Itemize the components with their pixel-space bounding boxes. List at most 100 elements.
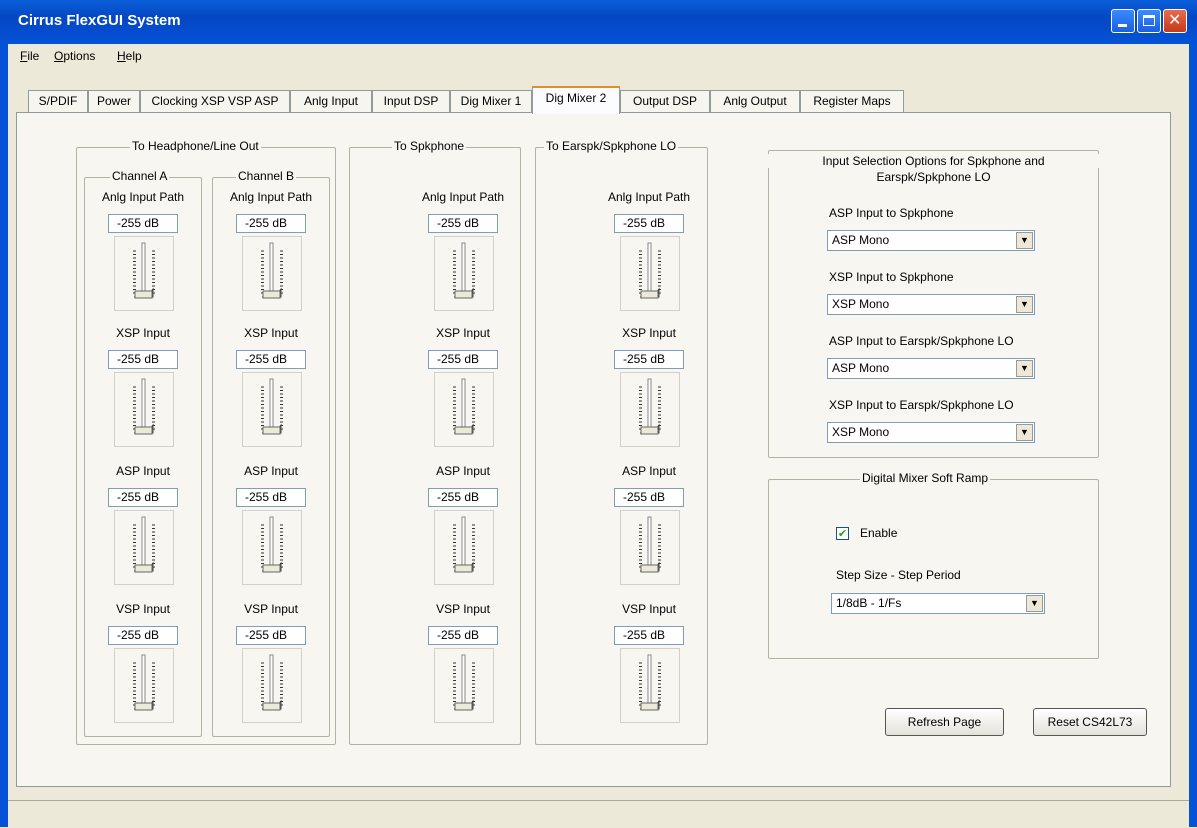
tab-register-maps[interactable]: Register Maps xyxy=(800,90,904,112)
chevron-down-icon[interactable]: ▼ xyxy=(1016,360,1033,377)
close-button[interactable]: ✕ xyxy=(1163,9,1187,33)
chevron-down-icon[interactable]: ▼ xyxy=(1016,232,1033,249)
channel-b-vsp-input-db-field[interactable]: -255 dB xyxy=(236,626,306,645)
channel-b-anlg-input-path-db-field[interactable]: -255 dB xyxy=(236,214,306,233)
earspk-xsp-input-label: XSP Input xyxy=(622,326,676,340)
channel-b-anlg-input-path-label: Anlg Input Path xyxy=(229,190,313,204)
tab-output-dsp[interactable]: Output DSP xyxy=(620,90,710,112)
refresh-page-button[interactable]: Refresh Page xyxy=(885,708,1004,736)
spkphone-anlg-input-path-slider[interactable] xyxy=(434,236,494,311)
chevron-down-icon[interactable]: ▼ xyxy=(1016,424,1033,441)
fader-thumb xyxy=(262,702,281,711)
spkphone-asp-input-slider[interactable] xyxy=(434,510,494,585)
earspk-anlg-input-path-db-field[interactable]: -255 dB xyxy=(614,214,684,233)
menu-options[interactable]: Options xyxy=(54,49,95,63)
fader-thumb xyxy=(454,426,473,435)
channel-b-xsp-input-db-field[interactable]: -255 dB xyxy=(236,350,306,369)
title-bar[interactable]: Cirrus FlexGUI System ✕ xyxy=(0,0,1197,44)
menu-help-label: elp xyxy=(125,49,142,63)
tab-dig-mixer-1[interactable]: Dig Mixer 1 xyxy=(450,90,532,112)
channel-b-vsp-input-label: VSP Input xyxy=(244,602,298,616)
spkphone-vsp-input-db-field[interactable]: -255 dB xyxy=(428,626,498,645)
fader-thumb xyxy=(262,564,281,573)
earspk-asp-input-db-field[interactable]: -255 dB xyxy=(614,488,684,507)
channel-a-asp-input-label: ASP Input xyxy=(116,464,170,478)
tab-anlg-input[interactable]: Anlg Input xyxy=(290,90,372,112)
spkphone-xsp-input-slider[interactable] xyxy=(434,372,494,447)
reset-button[interactable]: Reset CS42L73 xyxy=(1033,708,1147,736)
tab-input-dsp[interactable]: Input DSP xyxy=(372,90,450,112)
earspk-asp-input-slider[interactable] xyxy=(620,510,680,585)
fader-thumb xyxy=(640,702,659,711)
spkphone-asp-input-db-field[interactable]: -255 dB xyxy=(428,488,498,507)
input-selection-label-2: ASP Input to Earspk/Spkphone LO xyxy=(829,334,1014,348)
tab-power[interactable]: Power xyxy=(88,90,140,112)
channel-b-xsp-input-slider[interactable] xyxy=(242,372,302,447)
channel-b-vsp-input-slider[interactable] xyxy=(242,648,302,723)
menu-file-label: ile xyxy=(27,49,40,63)
channel-a-anlg-input-path-label: Anlg Input Path xyxy=(101,190,185,204)
fader-ticks xyxy=(133,516,155,573)
spkphone-vsp-input-slider[interactable] xyxy=(434,648,494,723)
chevron-down-icon[interactable]: ▼ xyxy=(1016,296,1033,313)
chevron-down-icon[interactable]: ▼ xyxy=(1026,595,1043,612)
input-selection-value-1: XSP Mono xyxy=(832,297,890,311)
minimize-button[interactable] xyxy=(1111,9,1135,33)
tab-anlg-output[interactable]: Anlg Output xyxy=(710,90,800,112)
menu-file[interactable]: File xyxy=(20,49,39,63)
channel-a-label: Channel A xyxy=(110,169,170,183)
channel-a-xsp-input-slider[interactable] xyxy=(114,372,174,447)
channel-b-anlg-input-path-slider[interactable] xyxy=(242,236,302,311)
input-selection-title-2: Earspk/Spkphone LO xyxy=(876,170,991,184)
spkphone-asp-input-label: ASP Input xyxy=(436,464,490,478)
channel-a-anlg-input-path-db-field[interactable]: -255 dB xyxy=(108,214,178,233)
channel-a-xsp-input-db-field[interactable]: -255 dB xyxy=(108,350,178,369)
channel-a-anlg-input-path-slider[interactable] xyxy=(114,236,174,311)
channel-a-asp-input-slider[interactable] xyxy=(114,510,174,585)
channel-b-asp-input-slider[interactable] xyxy=(242,510,302,585)
channel-a-asp-input-db-field[interactable]: -255 dB xyxy=(108,488,178,507)
fader-thumb xyxy=(640,564,659,573)
tab-clocking[interactable]: Clocking XSP VSP ASP xyxy=(140,90,290,112)
channel-a-vsp-input-slider[interactable] xyxy=(114,648,174,723)
enable-checkbox[interactable]: ✔ xyxy=(836,527,849,540)
spkphone-xsp-input-db-field[interactable]: -255 dB xyxy=(428,350,498,369)
input-selection-select-2[interactable]: ASP Mono ▼ xyxy=(827,358,1035,379)
spkphone-anlg-input-path-db-field[interactable]: -255 dB xyxy=(428,214,498,233)
fader-ticks xyxy=(133,654,155,711)
tab-spdif[interactable]: S/PDIF xyxy=(28,90,88,112)
step-size-label: Step Size - Step Period xyxy=(836,568,961,582)
channel-b-asp-input-label: ASP Input xyxy=(244,464,298,478)
earspk-xsp-input-slider[interactable] xyxy=(620,372,680,447)
fader-thumb xyxy=(640,426,659,435)
earspk-vsp-input-db-field[interactable]: -255 dB xyxy=(614,626,684,645)
maximize-icon xyxy=(1143,15,1155,26)
earspk-xsp-input-db-field[interactable]: -255 dB xyxy=(614,350,684,369)
enable-label: Enable xyxy=(860,526,898,540)
channel-a-vsp-input-label: VSP Input xyxy=(116,602,170,616)
spkphone-xsp-input-label: XSP Input xyxy=(436,326,490,340)
maximize-button[interactable] xyxy=(1137,9,1161,33)
menu-help[interactable]: Help xyxy=(117,49,142,63)
tab-dig-mixer-2[interactable]: Dig Mixer 2 xyxy=(532,86,620,114)
fader-thumb xyxy=(134,564,153,573)
fader-ticks xyxy=(261,516,283,573)
fader-ticks xyxy=(261,654,283,711)
menu-bar: File Options Help xyxy=(8,44,1189,68)
channel-b-asp-input-db-field[interactable]: -255 dB xyxy=(236,488,306,507)
fader-ticks xyxy=(453,378,475,435)
step-size-select[interactable]: 1/8dB - 1/Fs ▼ xyxy=(831,593,1045,614)
channel-a-vsp-input-db-field[interactable]: -255 dB xyxy=(108,626,178,645)
channel-b-xsp-input-label: XSP Input xyxy=(244,326,298,340)
soft-ramp-title: Digital Mixer Soft Ramp xyxy=(860,471,991,485)
input-selection-value-3: XSP Mono xyxy=(832,425,890,439)
fader-ticks xyxy=(453,516,475,573)
earspk-vsp-input-label: VSP Input xyxy=(622,602,676,616)
earspk-anlg-input-path-slider[interactable] xyxy=(620,236,680,311)
fader-ticks xyxy=(639,378,661,435)
input-selection-select-3[interactable]: XSP Mono ▼ xyxy=(827,422,1035,443)
input-selection-value-2: ASP Mono xyxy=(832,361,890,375)
earspk-vsp-input-slider[interactable] xyxy=(620,648,680,723)
input-selection-select-1[interactable]: XSP Mono ▼ xyxy=(827,294,1035,315)
input-selection-select-0[interactable]: ASP Mono ▼ xyxy=(827,230,1035,251)
